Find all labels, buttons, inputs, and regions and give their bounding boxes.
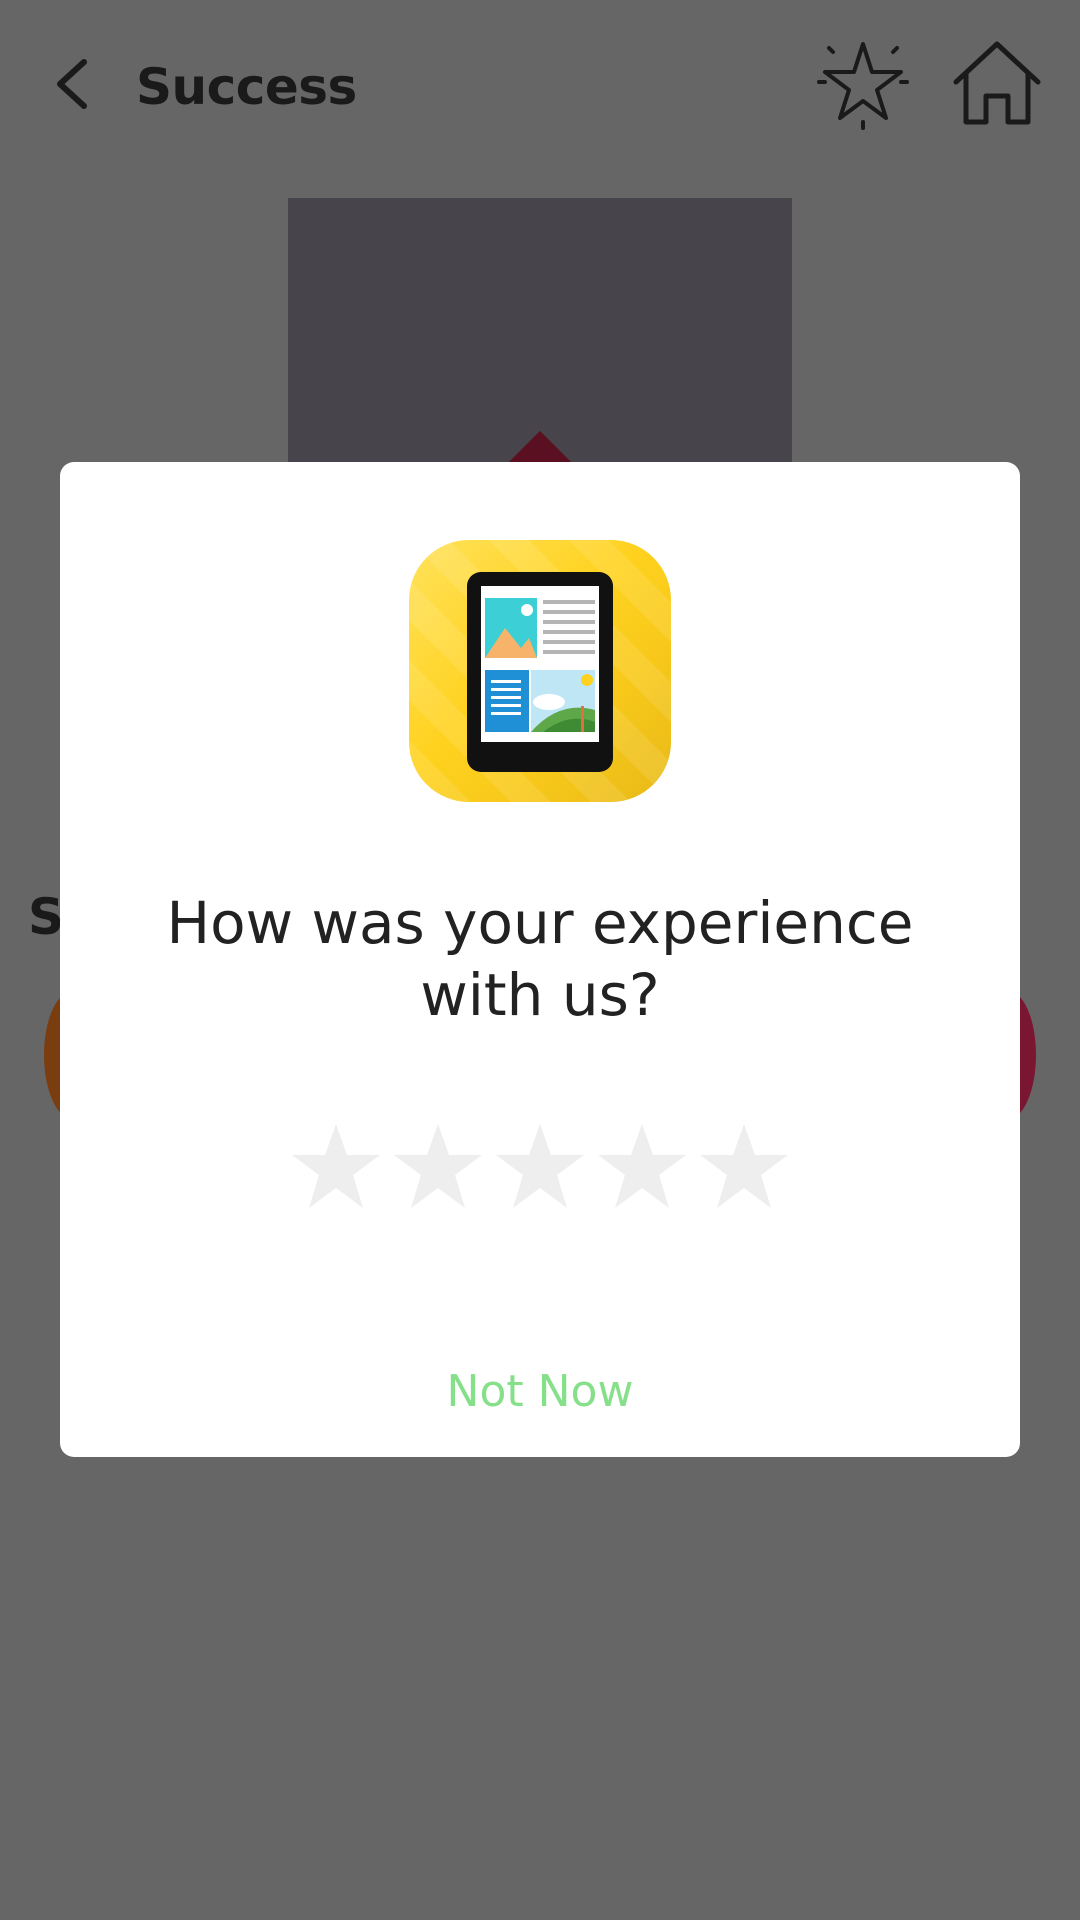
- star-rating: [290, 1122, 790, 1212]
- star-outline-icon: [817, 42, 909, 130]
- rating-question: How was your experience with us?: [166, 889, 914, 1029]
- home-button[interactable]: [952, 40, 1042, 126]
- rating-star-2[interactable]: [392, 1122, 484, 1210]
- top-bar: Success: [0, 0, 1080, 175]
- back-button[interactable]: [48, 52, 104, 116]
- tablet-reader-icon: [409, 540, 671, 802]
- rating-star-1[interactable]: [290, 1122, 382, 1210]
- rating-dialog: How was your experience with us? Not Now: [60, 462, 1020, 1457]
- rating-star-5[interactable]: [698, 1122, 790, 1210]
- home-icon: [953, 41, 1041, 125]
- favorite-button[interactable]: [815, 38, 911, 130]
- page-title: Success: [136, 58, 357, 116]
- chevron-left-icon: [57, 59, 87, 109]
- background-partial-text: S: [28, 888, 65, 946]
- not-now-button[interactable]: Not Now: [390, 1357, 690, 1427]
- rating-star-4[interactable]: [596, 1122, 688, 1210]
- page: Success S How was your experience with u…: [0, 0, 1080, 1920]
- rating-star-3[interactable]: [494, 1122, 586, 1210]
- background-image: [288, 198, 792, 468]
